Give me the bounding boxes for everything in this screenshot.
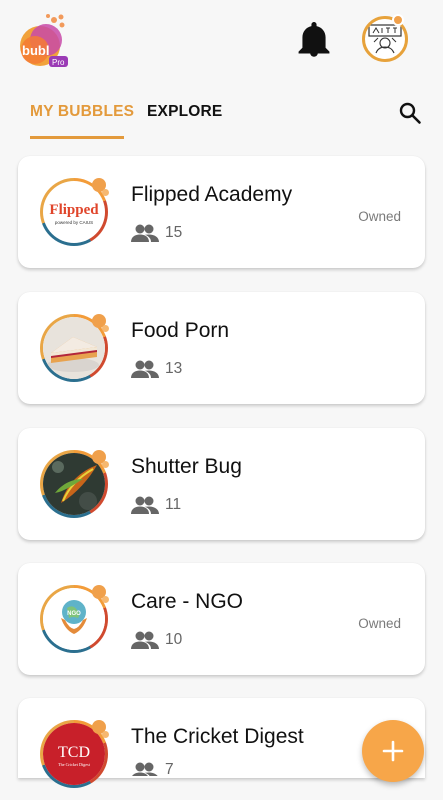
owned-label: Owned xyxy=(358,209,401,224)
member-count-row: 11 xyxy=(131,493,181,517)
svg-text:The Cricket Digest: The Cricket Digest xyxy=(58,762,91,767)
avatar-badge-dot-small xyxy=(102,325,109,332)
avatar-badge-dot-small xyxy=(102,596,109,603)
search-button[interactable] xyxy=(398,101,422,125)
svg-text:NGO: NGO xyxy=(67,611,81,617)
svg-text:powered by CAIUS: powered by CAIUS xyxy=(55,220,93,225)
people-icon xyxy=(131,224,159,242)
logo-text: bubl xyxy=(22,43,49,58)
member-count: 7 xyxy=(165,761,174,776)
bubble-name: Food Porn xyxy=(131,319,230,342)
tab-explore[interactable]: EXPLORE xyxy=(147,103,222,121)
bubble-card-flipped-academy[interactable]: Flipped powered by CAIUS Flipped Academy… xyxy=(18,156,425,268)
bubble-card-care-ngo[interactable]: NGO Care - NGO 10 Owned xyxy=(18,563,425,675)
people-icon xyxy=(131,496,159,514)
bubble-name: Shutter Bug xyxy=(131,455,242,478)
member-count-row: 15 xyxy=(131,221,182,245)
people-icon xyxy=(132,762,158,776)
active-tab-indicator xyxy=(30,136,124,139)
tab-my-bubbles[interactable]: MY BUBBLES xyxy=(30,103,134,121)
member-count: 15 xyxy=(165,224,183,241)
bubble-name: The Cricket Digest xyxy=(131,725,304,748)
bubble-card-shutter-bug[interactable]: Shutter Bug 11 xyxy=(18,428,425,540)
member-count: 13 xyxy=(165,360,183,377)
svg-text:Flipped: Flipped xyxy=(49,202,99,218)
plus-icon xyxy=(382,740,404,762)
bubble-name: Care - NGO xyxy=(131,590,244,613)
avatar-badge-dot-small xyxy=(102,731,109,738)
profile-status-dot xyxy=(392,14,404,26)
top-bar: bubl Pro xyxy=(0,0,443,82)
member-count-row: 10 xyxy=(131,628,182,652)
search-icon xyxy=(399,102,421,124)
svg-text:TCD: TCD xyxy=(58,744,90,761)
member-count-row: 13 xyxy=(131,357,182,381)
avatar-badge-dot-small xyxy=(102,189,109,196)
owned-label: Owned xyxy=(358,616,401,631)
profile-sketch-icon xyxy=(368,24,402,54)
member-count: 11 xyxy=(165,496,182,513)
avatar-badge-dot-small xyxy=(102,461,109,468)
add-bubble-button[interactable] xyxy=(362,720,424,782)
bubble-name: Flipped Academy xyxy=(131,183,293,206)
bubble-card-food-porn[interactable]: Food Porn 13 xyxy=(18,292,425,404)
people-icon xyxy=(131,360,159,378)
notifications-button[interactable] xyxy=(298,22,330,58)
tab-bar: MY BUBBLES EXPLORE xyxy=(0,96,443,142)
member-count-row: 7 xyxy=(131,761,174,776)
member-count: 10 xyxy=(165,631,183,648)
bell-icon xyxy=(298,22,330,57)
people-icon xyxy=(131,631,159,649)
app-logo[interactable]: bubl Pro xyxy=(18,12,70,70)
logo-icon: bubl Pro xyxy=(20,14,68,67)
logo-badge: Pro xyxy=(52,58,65,67)
